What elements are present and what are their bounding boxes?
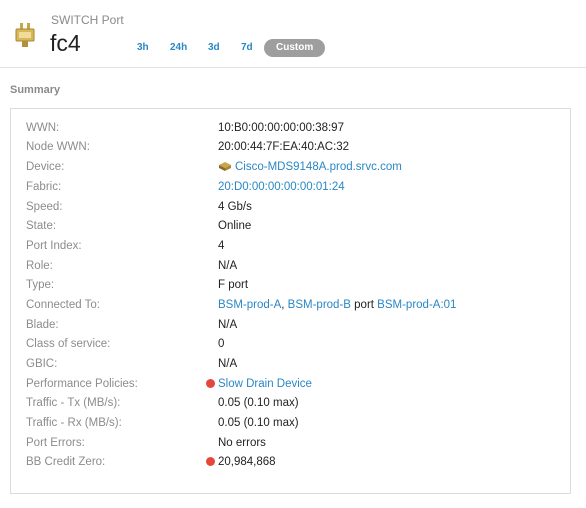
role-label: Role: [26, 260, 53, 272]
device-label: Device: [26, 161, 65, 173]
row-state: State: Online [11, 217, 570, 235]
row-fabric: Fabric: 20:D0:00:00:00:00:01:24 [11, 178, 570, 196]
alert-dot-icon [206, 379, 215, 388]
connected-port-link[interactable]: BSM-prod-A:01 [377, 299, 456, 311]
bb-credit-zero-label: BB Credit Zero: [26, 456, 106, 468]
speed-value: 4 Gb/s [218, 201, 252, 213]
connected-port-word: port [350, 299, 378, 311]
bb-credit-zero-value: 20,984,868 [218, 456, 276, 468]
row-connected-to: Connected To: BSM-prod-A, BSM-prod-B por… [11, 296, 570, 314]
port-index-value: 4 [218, 240, 225, 252]
class-of-service-label: Class of service: [26, 338, 111, 350]
row-traffic-rx: Traffic - Rx (MB/s): 0.05 (0.10 max) [11, 414, 570, 432]
page-title: fc4 [50, 30, 81, 56]
device-value-wrap: Cisco-MDS9148A.prod.srvc.com [218, 158, 402, 176]
row-port-index: Port Index: 4 [11, 237, 570, 255]
performance-policies-label: Performance Policies: [26, 378, 138, 390]
range-3d-button[interactable]: 3d [208, 39, 220, 57]
role-value: N/A [218, 260, 238, 272]
type-value: F port [218, 279, 249, 291]
traffic-rx-value: 0.05 (0.10 max) [218, 417, 299, 429]
row-wwn: WWN: 10:B0:00:00:00:00:38:97 [11, 119, 570, 137]
row-speed: Speed: 4 Gb/s [11, 198, 570, 216]
fabric-label: Fabric: [26, 181, 62, 193]
range-24h-button[interactable]: 24h [170, 39, 187, 57]
device-link[interactable]: Cisco-MDS9148A.prod.srvc.com [235, 161, 402, 173]
traffic-tx-value: 0.05 (0.10 max) [218, 397, 299, 409]
summary-heading: Summary [10, 84, 61, 96]
blade-value: N/A [218, 319, 238, 331]
gbic-value: N/A [218, 358, 238, 370]
gbic-label: GBIC: [26, 358, 58, 370]
row-performance-policies: Performance Policies: Slow Drain Device [11, 375, 570, 393]
fabric-link[interactable]: 20:D0:00:00:00:00:01:24 [218, 178, 345, 196]
blade-label: Blade: [26, 319, 59, 331]
alert-dot-icon [206, 457, 215, 466]
row-port-errors: Port Errors: No errors [11, 434, 570, 452]
range-3h-button[interactable]: 3h [137, 39, 149, 57]
connected-bsm-prod-b-link[interactable]: BSM-prod-B [288, 299, 351, 311]
row-blade: Blade: N/A [11, 316, 570, 334]
row-gbic: GBIC: N/A [11, 355, 570, 373]
row-traffic-tx: Traffic - Tx (MB/s): 0.05 (0.10 max) [11, 394, 570, 412]
row-bb-credit-zero: BB Credit Zero: 20,984,868 [11, 453, 570, 471]
slow-drain-device-link[interactable]: Slow Drain Device [218, 378, 312, 390]
switch-port-icon [15, 23, 35, 47]
row-node-wwn: Node WWN: 20:00:44:7F:EA:40:AC:32 [11, 138, 570, 156]
range-custom-button[interactable]: Custom [264, 39, 326, 57]
port-errors-value: No errors [218, 437, 266, 449]
port-index-label: Port Index: [26, 240, 82, 252]
performance-policies-value: Slow Drain Device [206, 375, 312, 393]
connected-to-value: BSM-prod-A, BSM-prod-B port BSM-prod-A:0… [218, 296, 456, 314]
class-of-service-value: 0 [218, 338, 225, 350]
device-icon [219, 162, 231, 171]
row-class-of-service: Class of service: 0 [11, 335, 570, 353]
range-7d-button[interactable]: 7d [241, 39, 253, 57]
connected-to-label: Connected To: [26, 299, 100, 311]
page-header: SWITCH Port fc4 3h 24h 3d 7d Custom [0, 0, 586, 68]
wwn-label: WWN: [26, 122, 60, 134]
row-role: Role: N/A [11, 257, 570, 275]
node-wwn-value: 20:00:44:7F:EA:40:AC:32 [218, 141, 350, 153]
summary-panel: WWN: 10:B0:00:00:00:00:38:97 Node WWN: 2… [10, 108, 571, 494]
row-device: Device: Cisco-MDS9148A.prod.srvc.com [11, 158, 570, 176]
traffic-tx-label: Traffic - Tx (MB/s): [26, 397, 121, 409]
state-value: Online [218, 220, 252, 232]
state-label: State: [26, 220, 57, 232]
page-subtitle: SWITCH Port [51, 13, 124, 27]
traffic-rx-label: Traffic - Rx (MB/s): [26, 417, 122, 429]
speed-label: Speed: [26, 201, 63, 213]
type-label: Type: [26, 279, 55, 291]
row-type: Type: F port [11, 276, 570, 294]
port-errors-label: Port Errors: [26, 437, 85, 449]
wwn-value: 10:B0:00:00:00:00:38:97 [218, 122, 344, 134]
bb-credit-zero-value-wrap: 20,984,868 [206, 453, 276, 471]
node-wwn-label: Node WWN: [26, 141, 90, 153]
connected-bsm-prod-a-link[interactable]: BSM-prod-A [218, 299, 281, 311]
